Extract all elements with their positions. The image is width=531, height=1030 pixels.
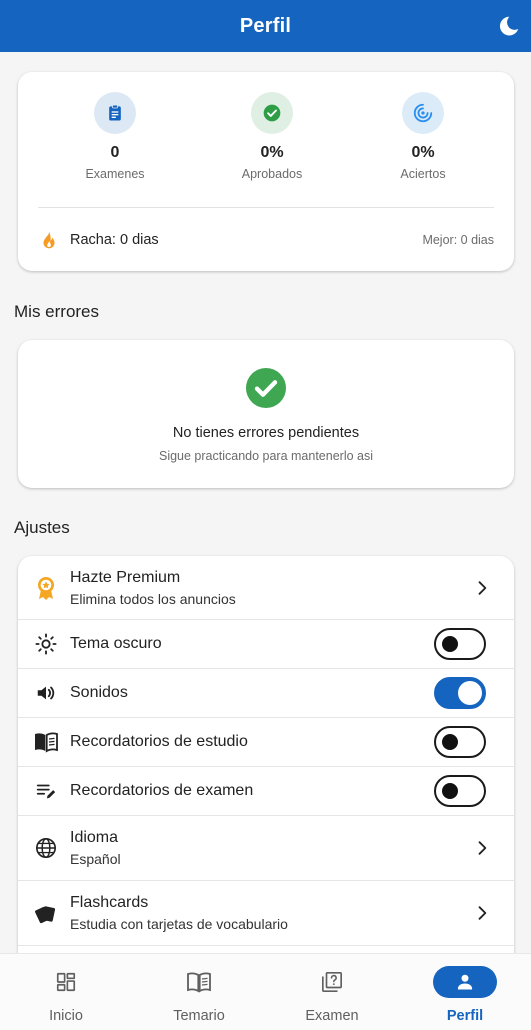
stat-value: 0% bbox=[411, 144, 435, 161]
divider bbox=[38, 207, 494, 208]
app-bar: Perfil bbox=[0, 0, 531, 52]
nav-perfil[interactable]: Perfil bbox=[399, 954, 531, 1030]
stats-card: 0 Examenes 0% Aprobados 0% Aciertos Rach… bbox=[18, 72, 514, 271]
chevron-right-icon bbox=[478, 906, 487, 920]
volume-icon bbox=[34, 681, 58, 705]
edit-note-icon bbox=[34, 779, 58, 803]
premium-title: Hazte Premium bbox=[70, 569, 181, 586]
language-title: Idioma bbox=[70, 829, 119, 846]
stat-value: 0 bbox=[110, 144, 120, 161]
stat-value: 0% bbox=[260, 144, 284, 161]
settings-card: Hazte Premium Elimina todos los anuncios bbox=[18, 556, 514, 953]
chevron-right-icon bbox=[478, 841, 487, 855]
study-reminders-label: Recordatorios de estudio bbox=[70, 733, 248, 750]
streak-row: Racha: 0 dias Mejor: 0 dias bbox=[38, 228, 494, 252]
person-icon bbox=[433, 966, 497, 998]
premium-row[interactable]: Hazte Premium Elimina todos los anuncios bbox=[18, 556, 514, 620]
language-value: Español bbox=[70, 851, 121, 867]
toggle-knob bbox=[442, 636, 458, 652]
stat-correct: 0% Aciertos bbox=[343, 92, 503, 181]
stat-label: Examenes bbox=[85, 167, 145, 181]
dark-theme-row[interactable]: Tema oscuro bbox=[18, 620, 514, 669]
errors-card: No tienes errores pendientes Sigue pract… bbox=[18, 340, 514, 488]
nav-inicio[interactable]: Inicio bbox=[0, 954, 132, 1030]
exam-reminders-toggle[interactable] bbox=[434, 775, 486, 807]
dashboard-icon bbox=[34, 966, 98, 998]
bottom-navigation: Inicio Temario Examen Perfil bbox=[0, 953, 531, 1030]
open-book-icon bbox=[34, 730, 58, 754]
dark-theme-toggle[interactable] bbox=[434, 628, 486, 660]
profile-content[interactable]: 0 Examenes 0% Aprobados 0% Aciertos Rach… bbox=[0, 52, 531, 953]
check-circle-icon bbox=[251, 92, 293, 134]
nav-label: Perfil bbox=[446, 1008, 484, 1024]
chevron-right-icon bbox=[478, 581, 487, 595]
stat-label: Aciertos bbox=[400, 167, 446, 181]
book-icon bbox=[167, 966, 231, 998]
target-icon bbox=[402, 92, 444, 134]
globe-icon bbox=[34, 836, 58, 860]
nav-label: Temario bbox=[173, 1008, 225, 1024]
stat-label: Aprobados bbox=[241, 167, 303, 181]
streak-text: Racha: 0 dias bbox=[70, 232, 159, 248]
toggle-knob bbox=[442, 734, 458, 750]
sounds-toggle[interactable] bbox=[434, 677, 486, 709]
fire-icon bbox=[43, 231, 55, 249]
sounds-label: Sonidos bbox=[70, 684, 128, 701]
exam-reminders-row[interactable]: Recordatorios de examen bbox=[18, 767, 514, 816]
toggle-knob bbox=[458, 681, 482, 705]
flashcards-row[interactable]: Flashcards Estudia con tarjetas de vocab… bbox=[18, 881, 514, 946]
flashcards-icon bbox=[34, 901, 58, 925]
stat-passed: 0% Aprobados bbox=[192, 92, 352, 181]
errors-empty-title: No tienes errores pendientes bbox=[172, 425, 360, 441]
settings-section-title: Ajustes bbox=[14, 518, 70, 537]
award-icon bbox=[34, 576, 58, 600]
language-row[interactable]: Idioma Español bbox=[18, 816, 514, 881]
flashcards-title: Flashcards bbox=[70, 894, 149, 911]
toggle-knob bbox=[442, 783, 458, 799]
clipboard-icon bbox=[94, 92, 136, 134]
nav-label: Inicio bbox=[49, 1008, 83, 1024]
page-title: Perfil bbox=[239, 14, 292, 37]
sounds-row[interactable]: Sonidos bbox=[18, 669, 514, 718]
nav-label: Examen bbox=[305, 1008, 359, 1024]
dark-theme-label: Tema oscuro bbox=[70, 635, 162, 652]
nav-examen[interactable]: Examen bbox=[266, 954, 398, 1030]
study-reminders-row[interactable]: Recordatorios de estudio bbox=[18, 718, 514, 767]
moon-icon[interactable] bbox=[495, 12, 523, 40]
flashcards-subtitle: Estudia con tarjetas de vocabulario bbox=[70, 916, 288, 932]
sun-icon bbox=[34, 632, 58, 656]
errors-empty-subtitle: Sigue practicando para mantenerlo asi bbox=[158, 449, 374, 463]
best-streak-text: Mejor: 0 dias bbox=[422, 233, 494, 247]
check-circle-icon bbox=[246, 368, 286, 408]
errors-section-title: Mis errores bbox=[14, 302, 100, 321]
study-reminders-toggle[interactable] bbox=[434, 726, 486, 758]
exam-reminders-label: Recordatorios de examen bbox=[70, 782, 254, 799]
nav-temario[interactable]: Temario bbox=[133, 954, 265, 1030]
premium-subtitle: Elimina todos los anuncios bbox=[70, 591, 236, 607]
stat-exams: 0 Examenes bbox=[35, 92, 195, 181]
quiz-icon bbox=[300, 966, 364, 998]
